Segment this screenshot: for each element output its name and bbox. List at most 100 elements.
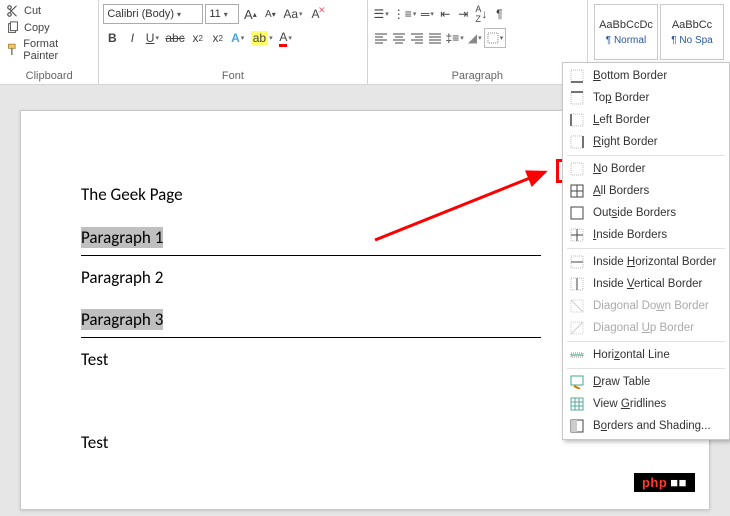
menu-inside-horizontal[interactable]: Inside Horizontal Border [563, 251, 729, 273]
style-no-spacing[interactable]: AaBbCc ¶ No Spa [660, 4, 724, 60]
bold-button[interactable]: B [103, 28, 121, 48]
menu-no-border[interactable]: No Border [563, 158, 729, 180]
sort-button[interactable]: AZ↓ [472, 4, 490, 24]
superscript-button[interactable]: x2 [209, 28, 227, 48]
subscript-button[interactable]: x2 [189, 28, 207, 48]
border-icon [487, 32, 499, 44]
justify-button[interactable] [426, 28, 444, 48]
italic-button[interactable]: I [123, 28, 141, 48]
cut-label: Cut [24, 5, 41, 17]
multilevel-list-button[interactable]: ═▾ [418, 4, 436, 24]
line-spacing-button[interactable]: ‡≡▾ [444, 28, 466, 48]
grow-font-button[interactable]: A▴ [241, 4, 259, 24]
horizontal-rule [81, 337, 541, 338]
left-border-icon [569, 112, 585, 128]
chevron-down-icon: ▾ [224, 10, 228, 19]
scissors-icon [6, 4, 20, 18]
highlight-button[interactable]: ab▾ [249, 28, 275, 48]
clipboard-group-label: Clipboard [4, 68, 94, 84]
menu-outside-borders[interactable]: Outside Borders [563, 202, 729, 224]
menu-top-border[interactable]: Top Border [563, 87, 729, 109]
shading-icon [569, 418, 585, 434]
numbering-button[interactable]: ⋮≡▾ [391, 4, 419, 24]
menu-label: Draw Table [593, 376, 650, 388]
gridlines-icon [569, 396, 585, 412]
inside-borders-icon [569, 227, 585, 243]
no-border-icon [569, 161, 585, 177]
change-case-button[interactable]: Aa▾ [281, 4, 304, 24]
menu-borders-shading[interactable]: Borders and Shading... [563, 415, 729, 437]
menu-separator [567, 248, 725, 249]
paintbrush-icon [6, 43, 19, 57]
style-name: ¶ Normal [606, 35, 646, 46]
inside-h-icon [569, 254, 585, 270]
show-hide-button[interactable]: ¶ [490, 4, 508, 24]
menu-view-gridlines[interactable]: View Gridlines [563, 393, 729, 415]
style-preview: AaBbCc [672, 19, 712, 31]
clear-formatting-button[interactable]: A✕ [307, 4, 325, 24]
format-painter-button[interactable]: Format Painter [6, 38, 92, 62]
align-right-icon [410, 32, 424, 44]
menu-inside-vertical[interactable]: Inside Vertical Border [563, 273, 729, 295]
bullets-button[interactable]: ☰▾ [372, 4, 391, 24]
font-color-button[interactable]: A▾ [277, 28, 295, 48]
outside-borders-icon [569, 205, 585, 221]
menu-label: Left Border [593, 114, 650, 126]
top-border-icon [569, 90, 585, 106]
borders-dropdown: Bottom Border Top Border Left Border Rig… [562, 62, 730, 440]
align-center-icon [392, 32, 406, 44]
decrease-indent-button[interactable]: ⇤ [436, 4, 454, 24]
bottom-border-icon [569, 68, 585, 84]
style-preview: AaBbCcDc [599, 19, 653, 31]
menu-right-border[interactable]: Right Border [563, 131, 729, 153]
hline-icon [569, 347, 585, 363]
font-size-combo[interactable]: 11▾ [205, 4, 239, 24]
menu-diagonal-up[interactable]: Diagonal Up Border [563, 317, 729, 339]
paragraph-group-label: Paragraph [372, 68, 583, 84]
menu-label: Inside Borders [593, 229, 667, 241]
menu-all-borders[interactable]: All Borders [563, 180, 729, 202]
increase-indent-button[interactable]: ⇥ [454, 4, 472, 24]
font-name-combo[interactable]: Calibri (Body)▾ [103, 4, 203, 24]
chevron-down-icon: ▾ [177, 10, 181, 19]
menu-horizontal-line[interactable]: Horizontal Line [563, 344, 729, 366]
menu-left-border[interactable]: Left Border [563, 109, 729, 131]
shrink-font-button[interactable]: A▾ [261, 4, 279, 24]
menu-label: Diagonal Up Border [593, 322, 694, 334]
format-painter-label: Format Painter [23, 38, 92, 62]
align-center-button[interactable] [390, 28, 408, 48]
align-left-icon [374, 32, 388, 44]
style-normal[interactable]: AaBbCcDc ¶ Normal [594, 4, 658, 60]
borders-button[interactable]: ▾ [484, 28, 507, 48]
draw-table-icon [569, 374, 585, 390]
menu-bottom-border[interactable]: Bottom Border [563, 65, 729, 87]
menu-draw-table[interactable]: Draw Table [563, 371, 729, 393]
menu-separator [567, 341, 725, 342]
watermark-p1: php [642, 475, 667, 490]
paragraph-1: Paragraph 1 [81, 227, 163, 248]
menu-label: Top Border [593, 92, 649, 104]
menu-label: Outside Borders [593, 207, 676, 219]
menu-separator [567, 155, 725, 156]
strikethrough-button[interactable]: abc [163, 28, 186, 48]
menu-label: Right Border [593, 136, 658, 148]
justify-icon [428, 32, 442, 44]
font-name-value: Calibri (Body) [107, 8, 174, 20]
paragraph-group: ☰▾ ⋮≡▾ ═▾ ⇤ ⇥ AZ↓ ¶ [368, 0, 588, 84]
clipboard-group: Cut Copy Format Painter Clipboard [0, 0, 99, 84]
align-left-button[interactable] [372, 28, 390, 48]
font-group: Calibri (Body)▾ 11▾ A▴ A▾ Aa▾ A✕ B I U▾ … [99, 0, 367, 84]
menu-label: Diagonal Down Border [593, 300, 709, 312]
menu-label: Bottom Border [593, 70, 667, 82]
align-right-button[interactable] [408, 28, 426, 48]
menu-label: View Gridlines [593, 398, 666, 410]
copy-button[interactable]: Copy [6, 21, 92, 35]
underline-button[interactable]: U▾ [143, 28, 161, 48]
shading-button[interactable]: ◢▾ [466, 28, 484, 48]
cut-button[interactable]: Cut [6, 4, 92, 18]
text-effects-button[interactable]: A▾ [229, 28, 247, 48]
menu-label: All Borders [593, 185, 649, 197]
menu-inside-borders[interactable]: Inside Borders [563, 224, 729, 246]
menu-diagonal-down[interactable]: Diagonal Down Border [563, 295, 729, 317]
watermark-p2: ■■ [670, 475, 687, 490]
